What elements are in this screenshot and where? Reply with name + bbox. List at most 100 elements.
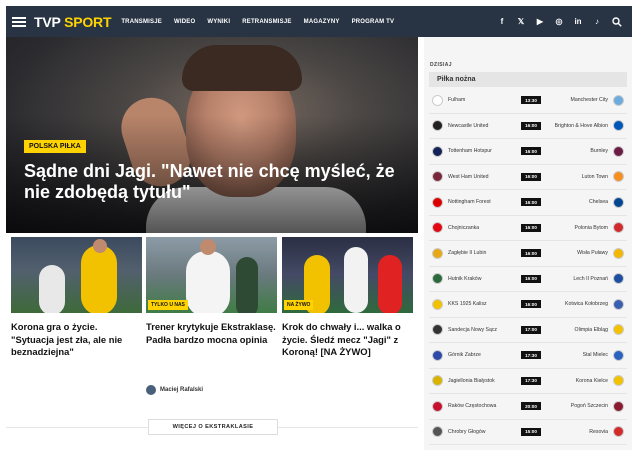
away-team-crest-icon: [613, 324, 624, 336]
home-team[interactable]: Jagiellonia Białystok: [429, 375, 513, 387]
menu-item-wyniki[interactable]: WYNIKI: [207, 19, 230, 25]
away-team[interactable]: Manchester City: [543, 94, 627, 106]
sidebar-category-football[interactable]: Piłka nożna: [429, 72, 627, 87]
menu-item-retransmisje[interactable]: RETRANSMISJE: [242, 19, 291, 25]
match-row[interactable]: Górnik Zabrze 17:30 Stal Mielec: [429, 343, 627, 369]
home-team-crest-icon: [432, 222, 443, 234]
menu-item-magazyny[interactable]: MAGAZYNY: [304, 19, 340, 25]
hero-title[interactable]: Sądne dni Jagi. "Nawet nie chcę myśleć, …: [24, 161, 409, 203]
home-team[interactable]: Nottingham Forest: [429, 196, 513, 208]
youtube-icon[interactable]: ▶: [536, 17, 544, 26]
match-time: 15:00: [521, 427, 541, 436]
match-row[interactable]: Hutnik Kraków 16:00 Lech II Poznań: [429, 267, 627, 292]
away-team-crest-icon: [613, 247, 624, 259]
home-team-name: Hutnik Kraków: [448, 275, 482, 282]
match-time: 16:00: [521, 172, 541, 181]
linkedin-icon[interactable]: in: [574, 17, 582, 26]
home-team-name: Tottenham Hotspur: [448, 148, 492, 154]
away-team[interactable]: Luton Town: [543, 171, 627, 183]
home-team[interactable]: Górnik Zabrze: [429, 349, 513, 361]
menu-item-transmisje[interactable]: TRANSMISJE: [121, 19, 162, 25]
match-row[interactable]: Chrobry Głogów 15:00 Resovia: [429, 420, 627, 445]
away-team[interactable]: Olimpia Elbląg: [543, 324, 627, 336]
home-team[interactable]: Zagłębie II Lubin: [429, 247, 513, 259]
match-row[interactable]: Tottenham Hotspur 16:00 Burnley: [429, 139, 627, 165]
match-row[interactable]: KKS 1925 Kalisz 16:00 Kotwica Kołobrzeg: [429, 292, 627, 318]
match-time: 17:00: [521, 325, 541, 334]
away-team[interactable]: Lech II Poznań: [543, 273, 627, 285]
away-team[interactable]: Chelsea: [543, 196, 627, 208]
match-row[interactable]: Newcastle United 16:00 Brighton & Hove Alb…: [429, 114, 627, 139]
home-team-name: Zagłębie II Lubin: [448, 250, 487, 256]
instagram-icon[interactable]: ◎: [555, 17, 563, 26]
match-row[interactable]: Jagiellonia Białystok 17:30 Korona Kielce: [429, 369, 627, 394]
article-card-3-title[interactable]: Krok do chwały i... walka o życie. Śledź…: [282, 321, 413, 359]
away-team[interactable]: Pogoń Szczecin: [543, 400, 627, 412]
match-row[interactable]: Sandecja Nowy Sącz 17:00 Olimpia Elbląg: [429, 318, 627, 343]
away-team-name: Resovia: [589, 428, 608, 435]
home-team-name: Chojniczanka: [448, 224, 480, 231]
article-card-3[interactable]: NA ŻYWO Krok do chwały i... walka o życi…: [282, 237, 413, 359]
away-team[interactable]: Stal Mielec: [543, 349, 627, 361]
away-team[interactable]: Brighton & Hove Albion: [543, 120, 627, 132]
away-team[interactable]: Kotwica Kołobrzeg: [543, 298, 627, 310]
article-card-2[interactable]: TYLKO U NAS Trener krytykuje Ekstraklasę…: [146, 237, 277, 346]
home-team[interactable]: Newcastle United: [429, 120, 513, 132]
home-team-crest-icon: [432, 349, 443, 361]
match-row[interactable]: Fulham 13:30 Manchester City: [429, 88, 627, 114]
article-card-2-author[interactable]: Maciej Rafalski: [146, 385, 203, 395]
home-team-name: Sandecja Nowy Sącz: [448, 326, 498, 333]
home-team[interactable]: KKS 1925 Kalisz: [429, 298, 513, 310]
more-ekstraklasa-button[interactable]: WIĘCEJ O EKSTRAKLASIE: [148, 419, 278, 435]
search-icon[interactable]: [612, 16, 622, 27]
article-card-1[interactable]: Korona gra o życie. "Sytuacja jest zła, …: [11, 237, 142, 359]
home-team[interactable]: West Ham United: [429, 171, 513, 183]
tvp-sport-logo[interactable]: TVP SPORT: [34, 14, 112, 30]
hero-category-badge[interactable]: POLSKA PIŁKA: [24, 140, 86, 153]
home-team-crest-icon: [432, 324, 443, 336]
home-team[interactable]: Tottenham Hotspur: [429, 145, 513, 157]
home-team-crest-icon: [432, 145, 443, 157]
match-row[interactable]: Zagłębie II Lubin 16:00 Wisła Puławy: [429, 241, 627, 267]
away-team[interactable]: Burnley: [543, 145, 627, 157]
hamburger-menu-icon[interactable]: [12, 16, 26, 27]
x-icon[interactable]: 𝕏: [517, 17, 525, 26]
away-team[interactable]: Korona Kielce: [543, 375, 627, 387]
away-team-name: Polonia Bytom: [574, 224, 608, 231]
away-team-crest-icon: [613, 222, 624, 234]
match-row[interactable]: Raków Częstochowa 20:00 Pogoń Szczecin: [429, 394, 627, 420]
article-card-2-title[interactable]: Trener krytykuje Ekstraklasę. Padła bard…: [146, 321, 277, 346]
home-team[interactable]: Chrobry Głogów: [429, 426, 513, 438]
home-team[interactable]: Fulham: [429, 94, 513, 106]
away-team-crest-icon: [613, 298, 624, 310]
tiktok-icon[interactable]: ♪: [593, 17, 601, 26]
hero-article[interactable]: POLSKA PIŁKA Sądne dni Jagi. "Nawet nie …: [6, 37, 418, 233]
article-card-3-image[interactable]: NA ŻYWO: [282, 237, 413, 313]
article-card-1-image[interactable]: [11, 237, 142, 313]
home-team-name: Jagiellonia Białystok: [448, 377, 495, 384]
away-team-crest-icon: [613, 120, 624, 132]
home-team-name: Newcastle United: [448, 122, 489, 129]
match-time: 16:00: [521, 147, 541, 156]
away-team[interactable]: Wisła Puławy: [543, 247, 627, 259]
away-team-crest-icon: [613, 273, 624, 285]
away-team[interactable]: Resovia: [543, 426, 627, 438]
away-team-name: Wisła Puławy: [577, 250, 608, 256]
article-card-2-image[interactable]: TYLKO U NAS: [146, 237, 277, 313]
facebook-icon[interactable]: f: [498, 17, 506, 26]
match-time: 17:30: [521, 351, 541, 360]
away-team[interactable]: Polonia Bytom: [543, 222, 627, 234]
match-row[interactable]: Nottingham Forest 16:00 Chelsea: [429, 190, 627, 216]
match-row[interactable]: Chojniczanka 16:00 Polonia Bytom: [429, 216, 627, 241]
home-team[interactable]: Hutnik Kraków: [429, 273, 513, 285]
home-team[interactable]: Sandecja Nowy Sącz: [429, 324, 513, 336]
home-team[interactable]: Raków Częstochowa: [429, 400, 513, 412]
article-card-1-title[interactable]: Korona gra o życie. "Sytuacja jest zła, …: [11, 321, 142, 359]
match-row[interactable]: West Ham United 16:00 Luton Town: [429, 165, 627, 190]
menu-item-wideo[interactable]: WIDEO: [174, 19, 195, 25]
home-team-crest-icon: [432, 400, 443, 412]
menu-item-program-tv[interactable]: PROGRAM TV: [352, 19, 395, 25]
away-team-crest-icon: [613, 196, 624, 208]
home-team[interactable]: Chojniczanka: [429, 222, 513, 234]
top-nav: TVP SPORT TRANSMISJE WIDEO WYNIKI RETRAN…: [6, 6, 632, 37]
